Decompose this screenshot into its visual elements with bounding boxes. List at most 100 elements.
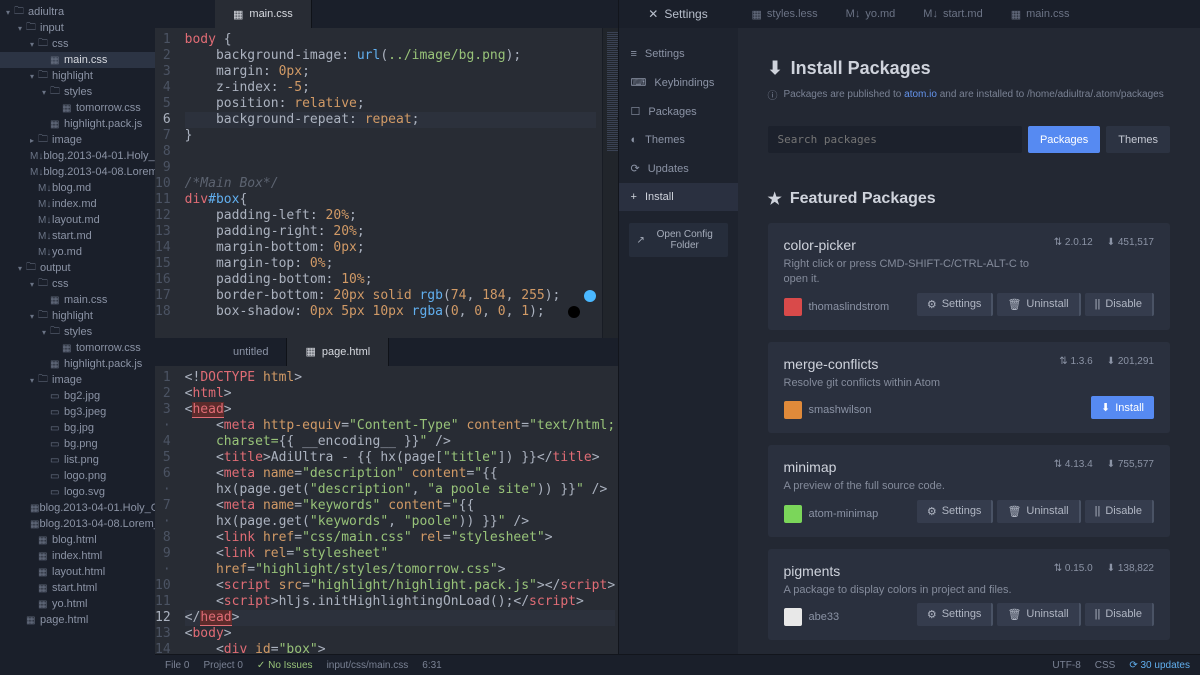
- uninstall-button[interactable]: 🗑 Uninstall: [997, 500, 1080, 523]
- disable-button[interactable]: || Disable: [1085, 603, 1154, 626]
- search-input[interactable]: [768, 126, 1022, 153]
- tab-label: page.html: [322, 346, 370, 358]
- file-item[interactable]: ▦yo.html: [0, 596, 155, 612]
- file-tree[interactable]: ▾🗀adiultra▾🗀input▾🗀css▦main.css▾🗀highlig…: [0, 0, 155, 675]
- file-icon: M↓: [923, 8, 938, 20]
- file-item[interactable]: ▦page.html: [0, 612, 155, 628]
- file-item[interactable]: ▦index.html: [0, 548, 155, 564]
- folder-item[interactable]: ▾🗀output: [0, 260, 155, 276]
- uninstall-button[interactable]: 🗑 Uninstall: [997, 293, 1080, 316]
- tab-styles-less[interactable]: ▦styles.less: [738, 0, 832, 28]
- folder-item[interactable]: ▾🗀styles: [0, 84, 155, 100]
- file-item[interactable]: ▦highlight.pack.js: [0, 356, 155, 372]
- file-item[interactable]: M↓start.md: [0, 228, 155, 244]
- folder-item[interactable]: ▾🗀css: [0, 276, 155, 292]
- file-item[interactable]: M↓layout.md: [0, 212, 155, 228]
- install-packages-subtitle: ⓘ Packages are published to atom.io and …: [768, 87, 1171, 102]
- open-config-button[interactable]: ↗ Open Config Folder: [629, 223, 728, 257]
- status-cursor[interactable]: 6:31: [422, 660, 441, 671]
- tab-label: yo.md: [865, 8, 895, 20]
- file-item[interactable]: ▭list.png: [0, 452, 155, 468]
- disable-button[interactable]: || Disable: [1085, 500, 1154, 523]
- star-icon: ★: [768, 189, 782, 209]
- nav-label: Themes: [645, 134, 685, 146]
- file-item[interactable]: ▦tomorrow.css: [0, 100, 155, 116]
- settings-nav-settings[interactable]: ≡Settings: [619, 40, 738, 68]
- file-item[interactable]: ▦tomorrow.css: [0, 340, 155, 356]
- status-project[interactable]: Project 0: [203, 660, 242, 671]
- tree-label: yo.md: [52, 246, 82, 258]
- file-item[interactable]: M↓index.md: [0, 196, 155, 212]
- chevron-down-icon: ▾: [30, 72, 38, 81]
- folder-item[interactable]: ▾🗀css: [0, 36, 155, 52]
- folder-item[interactable]: ▾🗀styles: [0, 324, 155, 340]
- settings-nav-updates[interactable]: ⟳Updates: [619, 154, 738, 183]
- tab-main-css[interactable]: ▦main.css: [997, 0, 1084, 28]
- packages-filter-button[interactable]: Packages: [1028, 126, 1100, 153]
- tree-label: highlight: [52, 70, 93, 82]
- uninstall-button[interactable]: 🗑 Uninstall: [997, 603, 1080, 626]
- file-item[interactable]: M↓blog.2013-04-08.Lorem_I...: [0, 164, 155, 180]
- status-updates[interactable]: ⟳ 30 updates: [1129, 660, 1190, 671]
- file-item[interactable]: ▭logo.png: [0, 468, 155, 484]
- file-item[interactable]: ▭bg.png: [0, 436, 155, 452]
- file-item[interactable]: ▦start.html: [0, 580, 155, 596]
- settings-button[interactable]: ⚙ Settings: [917, 500, 994, 523]
- disable-button[interactable]: || Disable: [1085, 293, 1154, 316]
- file-item[interactable]: ▭logo.svg: [0, 484, 155, 500]
- folder-item[interactable]: ▾🗀adiultra: [0, 4, 155, 20]
- status-issues[interactable]: ✓ No Issues: [257, 660, 313, 671]
- code-editor-1[interactable]: body { background-image: url(../image/bg…: [179, 28, 602, 338]
- tab-start-md[interactable]: M↓start.md: [909, 0, 996, 28]
- minimap[interactable]: [602, 28, 618, 338]
- file-item[interactable]: ▭bg3.jpeg: [0, 404, 155, 420]
- nav-icon: ☐: [631, 105, 641, 118]
- tree-label: blog.md: [52, 182, 91, 194]
- status-encoding[interactable]: UTF-8: [1052, 660, 1080, 671]
- file-icon: ▦: [50, 359, 64, 370]
- file-item[interactable]: M↓blog.md: [0, 180, 155, 196]
- settings-nav-themes[interactable]: ◐Themes: [619, 126, 738, 154]
- tree-label: adiultra: [28, 6, 64, 18]
- settings-nav-keybindings[interactable]: ⌨Keybindings: [619, 68, 738, 97]
- file-item[interactable]: ▦blog.2013-04-08.Lorem_I...: [0, 516, 155, 532]
- folder-item[interactable]: ▾🗀highlight: [0, 68, 155, 84]
- folder-item[interactable]: ▾🗀image: [0, 372, 155, 388]
- action-icon: ||: [1095, 608, 1101, 620]
- file-item[interactable]: ▦layout.html: [0, 564, 155, 580]
- tree-label: css: [52, 278, 69, 290]
- settings-nav-install[interactable]: +Install: [619, 183, 738, 211]
- themes-filter-button[interactable]: Themes: [1106, 126, 1170, 153]
- settings-button[interactable]: ⚙ Settings: [917, 293, 994, 316]
- file-item[interactable]: ▦blog.2013-04-01.Holy_Gr...: [0, 500, 155, 516]
- tab-settings[interactable]: ✕ Settings: [619, 0, 738, 28]
- folder-icon: 🗀: [26, 20, 40, 37]
- file-item[interactable]: ▭bg2.jpg: [0, 388, 155, 404]
- right-tabbar: ▦styles.lessM↓yo.mdM↓start.md▦main.css: [738, 0, 1200, 28]
- file-item[interactable]: ▦main.css: [0, 292, 155, 308]
- settings-nav-packages[interactable]: ☐Packages: [619, 97, 738, 126]
- tab-untitled[interactable]: untitled: [215, 338, 287, 366]
- install-button[interactable]: ⬇ Install: [1091, 396, 1154, 419]
- file-item[interactable]: M↓yo.md: [0, 244, 155, 260]
- file-item[interactable]: ▭bg.jpg: [0, 420, 155, 436]
- author-name: thomaslindstrom: [809, 301, 890, 313]
- settings-button[interactable]: ⚙ Settings: [917, 603, 994, 626]
- code-editor-2[interactable]: <!DOCTYPE html><html><head> <meta http-e…: [179, 366, 618, 675]
- file-item[interactable]: ▦main.css: [0, 52, 155, 68]
- status-language[interactable]: CSS: [1095, 660, 1116, 671]
- tab-main-css[interactable]: ▦ main.css: [215, 0, 312, 28]
- file-item[interactable]: M↓blog.2013-04-01.Holy_Gr...: [0, 148, 155, 164]
- editor2-tabbar: untitled ▦ page.html: [155, 338, 618, 366]
- tab-yo-md[interactable]: M↓yo.md: [832, 0, 910, 28]
- tab-page-html[interactable]: ▦ page.html: [287, 338, 389, 366]
- folder-item[interactable]: ▾🗀input: [0, 20, 155, 36]
- folder-item[interactable]: ▾🗀highlight: [0, 308, 155, 324]
- button-label: Open Config Folder: [650, 229, 720, 251]
- file-item[interactable]: ▦blog.html: [0, 532, 155, 548]
- avatar: [784, 401, 802, 419]
- status-file[interactable]: File 0: [165, 660, 189, 671]
- folder-item[interactable]: ▸🗀image: [0, 132, 155, 148]
- file-item[interactable]: ▦highlight.pack.js: [0, 116, 155, 132]
- atom-io-link[interactable]: atom.io: [904, 89, 937, 100]
